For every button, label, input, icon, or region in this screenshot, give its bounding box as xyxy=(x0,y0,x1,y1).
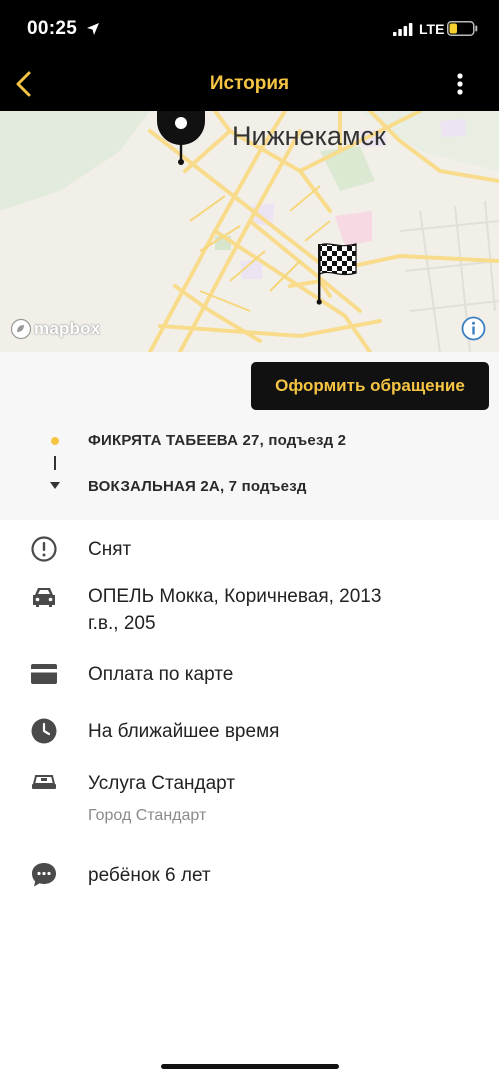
location-arrow-icon xyxy=(87,23,99,35)
comment-icon xyxy=(32,863,56,887)
car-info-line1: ОПЕЛЬ Мокка, Коричневая, 2013 xyxy=(88,586,382,607)
info-icon[interactable] xyxy=(461,316,486,341)
route-panel: Оформить обращение ФИКРЯТА ТАБЕЕВА 27, п… xyxy=(0,352,499,520)
service-name: Услуга Стандарт xyxy=(88,773,236,794)
mapbox-attribution[interactable]: mapbox xyxy=(10,317,100,341)
order-comment: ребёнок 6 лет xyxy=(88,865,211,886)
alert-circle-icon xyxy=(31,536,57,562)
map-city-label: Нижнекамск xyxy=(232,121,386,151)
cellular-signal-icon xyxy=(393,23,413,36)
status-time: 00:25 xyxy=(27,18,78,39)
clock-icon xyxy=(31,718,57,744)
route-connector xyxy=(54,456,56,470)
credit-card-icon xyxy=(31,664,57,684)
service-tariff: Город Стандарт xyxy=(88,807,207,824)
car-info-line2: г.в., 205 xyxy=(88,613,156,634)
order-time: На ближайшее время xyxy=(88,721,280,742)
page-title: История xyxy=(209,73,290,94)
order-status: Снят xyxy=(88,539,132,560)
nav-bar: История xyxy=(0,58,499,111)
map-pin-icon xyxy=(157,111,205,165)
route-to-address: ВОКЗАЛЬНАЯ 2А, 7 подъезд xyxy=(88,478,307,495)
route-start-dot xyxy=(51,437,59,445)
more-vertical-icon[interactable] xyxy=(448,70,472,98)
route-map[interactable]: Нижнекамск mapbox xyxy=(0,111,499,352)
create-complaint-button[interactable]: Оформить обращение xyxy=(251,362,489,410)
status-bar: 00:25 LTE xyxy=(0,0,499,58)
route-end-arrow-icon xyxy=(50,482,60,489)
car-icon xyxy=(33,588,55,607)
battery-icon xyxy=(447,21,478,36)
checkered-flag-icon xyxy=(316,243,357,305)
network-type: LTE xyxy=(419,21,445,37)
taxi-service-icon xyxy=(32,775,56,789)
mapbox-wordmark: mapbox xyxy=(34,319,101,338)
payment-method: Оплата по карте xyxy=(88,664,234,685)
mapbox-logo-icon xyxy=(10,318,32,340)
route-from-address: ФИКРЯТА ТАБЕЕВА 27, подъезд 2 xyxy=(88,432,347,449)
home-indicator[interactable] xyxy=(161,1064,339,1069)
